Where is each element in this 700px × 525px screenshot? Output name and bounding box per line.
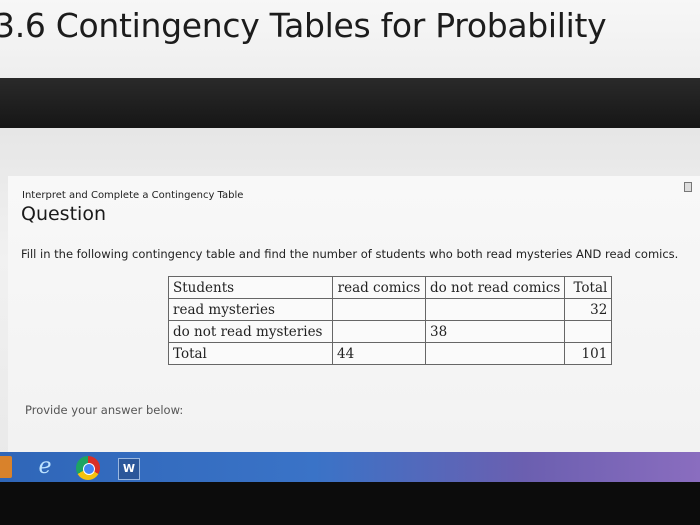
internet-explorer-icon[interactable]: e: [32, 456, 58, 480]
answer-prompt: Provide your answer below:: [25, 403, 184, 417]
table-cell: [332, 298, 426, 321]
table-cell: [424, 342, 566, 365]
table-row: do not read mysteries 38: [168, 320, 613, 343]
question-type-label: Interpret and Complete a Contingency Tab…: [22, 190, 244, 201]
row-label: read mysteries: [168, 298, 333, 321]
chrome-icon[interactable]: [76, 456, 100, 480]
expand-icon[interactable]: [684, 182, 692, 192]
table-row: Total 44 101: [168, 342, 613, 365]
dark-banner: [0, 78, 700, 132]
question-heading: Question: [21, 203, 106, 225]
table-cell: 32: [564, 298, 613, 321]
table-cell: 101: [564, 342, 613, 365]
table-cell: [424, 298, 566, 321]
question-instruction: Fill in the following contingency table …: [21, 247, 679, 261]
header-cell: Students: [168, 276, 333, 299]
header-cell: read comics: [332, 276, 426, 299]
row-label: Total: [168, 342, 333, 365]
screen: 3.6 Contingency Tables for Probability I…: [0, 0, 700, 525]
table-cell: 38: [424, 320, 566, 343]
taskbar: [0, 452, 700, 482]
header-cell: Total: [564, 276, 613, 299]
table-row: read mysteries 32: [168, 298, 613, 321]
monitor-bezel: [0, 482, 700, 525]
word-icon[interactable]: W: [118, 458, 140, 480]
slide-header: 3.6 Contingency Tables for Probability: [0, 0, 700, 80]
slide-title: 3.6 Contingency Tables for Probability: [0, 6, 607, 45]
contingency-table: Students read comics do not read comics …: [168, 276, 613, 365]
app-orange-icon[interactable]: [0, 456, 12, 478]
row-label: do not read mysteries: [168, 320, 333, 343]
table-cell: 44: [332, 342, 426, 365]
header-cell: do not read comics: [424, 276, 566, 299]
table-header-row: Students read comics do not read comics …: [168, 276, 613, 299]
table-cell: [332, 320, 426, 343]
table-cell: [564, 320, 613, 343]
